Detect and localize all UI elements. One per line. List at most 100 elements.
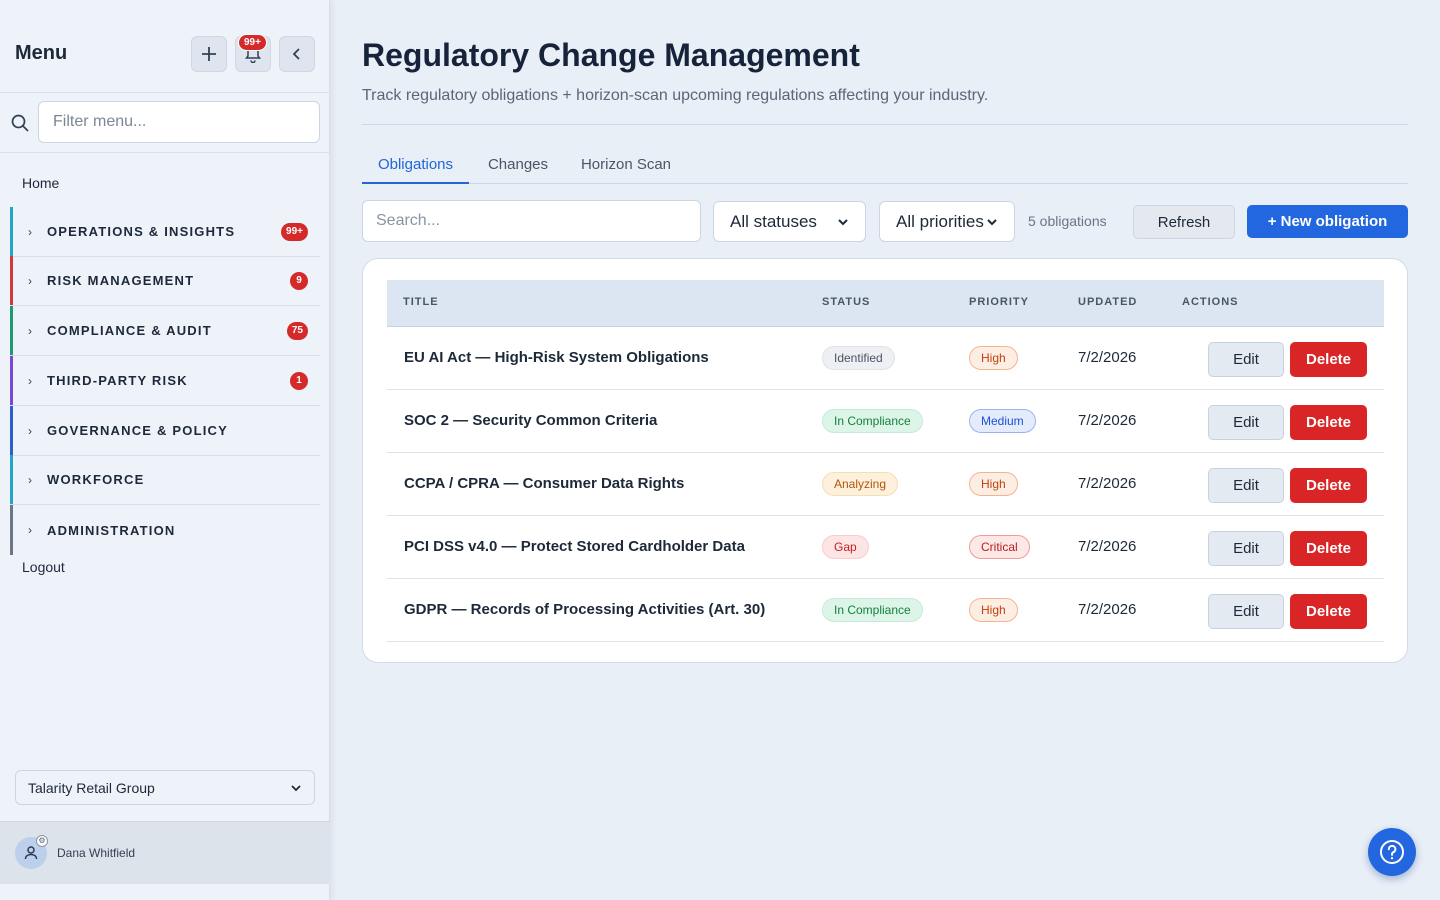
- section-accent-bar: [10, 306, 13, 355]
- column-header-status: STATUS: [822, 296, 871, 308]
- status-badge: Gap: [822, 535, 869, 559]
- sidebar: Menu 99+ Home › OPERATIONS & INSIGHTS 99…: [0, 0, 330, 900]
- delete-button[interactable]: Delete: [1290, 405, 1367, 440]
- chevron-down-icon: [291, 784, 301, 791]
- section-label: ADMINISTRATION: [47, 522, 176, 538]
- priority-badge: High: [969, 472, 1018, 496]
- chevron-down-icon: [838, 218, 848, 225]
- tab-bar: Obligations Changes Horizon Scan: [362, 144, 1408, 184]
- section-accent-bar: [10, 406, 13, 455]
- chevron-right-icon: ›: [28, 373, 32, 388]
- user-profile-bar[interactable]: ⚙ Dana Whitfield: [0, 821, 330, 884]
- user-icon: [24, 846, 38, 860]
- plus-icon: [202, 47, 216, 61]
- section-third-party-risk[interactable]: › THIRD-PARTY RISK 1: [10, 356, 320, 406]
- edit-button[interactable]: Edit: [1208, 405, 1284, 440]
- priority-badge: High: [969, 346, 1018, 370]
- delete-button[interactable]: Delete: [1290, 594, 1367, 629]
- edit-button[interactable]: Edit: [1208, 594, 1284, 629]
- section-administration[interactable]: › ADMINISTRATION: [10, 505, 320, 555]
- chevron-right-icon: ›: [28, 224, 32, 239]
- sidebar-title: Menu: [15, 42, 68, 64]
- delete-button[interactable]: Delete: [1290, 531, 1367, 566]
- obligation-count: 5 obligations: [1028, 213, 1107, 229]
- priority-badge: High: [969, 598, 1018, 622]
- table-header: TITLE STATUS PRIORITY UPDATED ACTIONS: [387, 280, 1384, 327]
- page-title: Regulatory Change Management: [362, 37, 860, 73]
- table-row: PCI DSS v4.0 — Protect Stored Cardholder…: [387, 516, 1384, 579]
- tab-horizon-scan[interactable]: Horizon Scan: [574, 144, 678, 184]
- edit-button[interactable]: Edit: [1208, 342, 1284, 377]
- column-header-updated: UPDATED: [1078, 296, 1138, 308]
- delete-button[interactable]: Delete: [1290, 468, 1367, 503]
- section-accent-bar: [10, 505, 13, 555]
- edit-button[interactable]: Edit: [1208, 468, 1284, 503]
- column-header-title: TITLE: [403, 296, 439, 308]
- obligation-title: PCI DSS v4.0 — Protect Stored Cardholder…: [404, 538, 745, 555]
- obligation-title: EU AI Act — High-Risk System Obligations: [404, 349, 709, 366]
- column-header-priority: PRIORITY: [969, 296, 1029, 308]
- new-obligation-button[interactable]: + New obligation: [1247, 205, 1408, 238]
- section-badge: 99+: [281, 223, 308, 241]
- obligations-table-card: TITLE STATUS PRIORITY UPDATED ACTIONS EU…: [362, 258, 1408, 663]
- home-link[interactable]: Home: [22, 175, 59, 191]
- priority-filter-value: All priorities: [896, 211, 984, 231]
- status-badge: Analyzing: [822, 472, 899, 496]
- refresh-button[interactable]: Refresh: [1133, 205, 1235, 239]
- section-workforce[interactable]: › WORKFORCE: [10, 455, 320, 505]
- add-button[interactable]: [191, 36, 227, 72]
- updated-date: 7/2/2026: [1078, 412, 1137, 429]
- section-label: GOVERNANCE & POLICY: [47, 423, 228, 438]
- menu-filter: [0, 93, 330, 153]
- notification-badge: 99+: [238, 34, 267, 51]
- section-compliance-audit[interactable]: › COMPLIANCE & AUDIT 75: [10, 306, 320, 356]
- section-label: THIRD-PARTY RISK: [47, 373, 188, 388]
- status-filter-value: All statuses: [730, 211, 817, 231]
- updated-date: 7/2/2026: [1078, 538, 1137, 555]
- help-button[interactable]: [1368, 828, 1416, 876]
- status-badge: In Compliance: [822, 598, 923, 622]
- priority-badge: Critical: [969, 535, 1030, 559]
- section-risk-management[interactable]: › RISK MANAGEMENT 9: [10, 256, 320, 306]
- column-header-actions: ACTIONS: [1182, 296, 1239, 308]
- section-label: OPERATIONS & INSIGHTS: [47, 224, 236, 239]
- section-label: COMPLIANCE & AUDIT: [47, 323, 212, 338]
- search-icon: [11, 114, 29, 132]
- section-badge: 9: [290, 272, 308, 290]
- table-row: GDPR — Records of Processing Activities …: [387, 579, 1384, 642]
- organization-select[interactable]: Talarity Retail Group: [15, 770, 315, 805]
- sidebar-header: Menu 99+: [0, 0, 330, 93]
- edit-button[interactable]: Edit: [1208, 531, 1284, 566]
- toolbar: All statuses All priorities 5 obligation…: [362, 200, 1408, 242]
- tab-obligations[interactable]: Obligations: [362, 144, 469, 184]
- tab-changes[interactable]: Changes: [478, 144, 558, 184]
- gear-icon: ⚙: [36, 835, 48, 847]
- section-governance-policy[interactable]: › GOVERNANCE & POLICY: [10, 406, 320, 456]
- status-filter-select[interactable]: All statuses: [713, 201, 866, 242]
- section-accent-bar: [10, 356, 13, 405]
- delete-button[interactable]: Delete: [1290, 342, 1367, 377]
- section-label: RISK MANAGEMENT: [47, 273, 195, 288]
- chevron-right-icon: ›: [28, 323, 32, 338]
- divider: [362, 124, 1408, 125]
- obligation-title: SOC 2 — Security Common Criteria: [404, 412, 658, 429]
- chevron-left-icon: [292, 48, 300, 60]
- search-input[interactable]: [362, 200, 701, 242]
- notifications-button[interactable]: 99+: [235, 34, 271, 72]
- section-badge: 75: [286, 322, 308, 340]
- collapse-sidebar-button[interactable]: [279, 36, 315, 72]
- section-label: WORKFORCE: [47, 472, 145, 487]
- section-operations-insights[interactable]: › OPERATIONS & INSIGHTS 99+: [10, 207, 320, 257]
- updated-date: 7/2/2026: [1078, 475, 1137, 492]
- status-badge: In Compliance: [822, 409, 923, 433]
- chevron-right-icon: ›: [28, 273, 32, 288]
- section-accent-bar: [10, 207, 13, 256]
- filter-menu-input[interactable]: [38, 101, 320, 143]
- table-row: EU AI Act — High-Risk System Obligations…: [387, 327, 1384, 390]
- logout-link[interactable]: Logout: [22, 559, 65, 575]
- section-accent-bar: [10, 256, 13, 305]
- obligation-title: GDPR — Records of Processing Activities …: [404, 601, 766, 618]
- section-badge: 1: [290, 372, 308, 390]
- status-badge: Identified: [822, 346, 895, 370]
- priority-filter-select[interactable]: All priorities: [879, 201, 1015, 242]
